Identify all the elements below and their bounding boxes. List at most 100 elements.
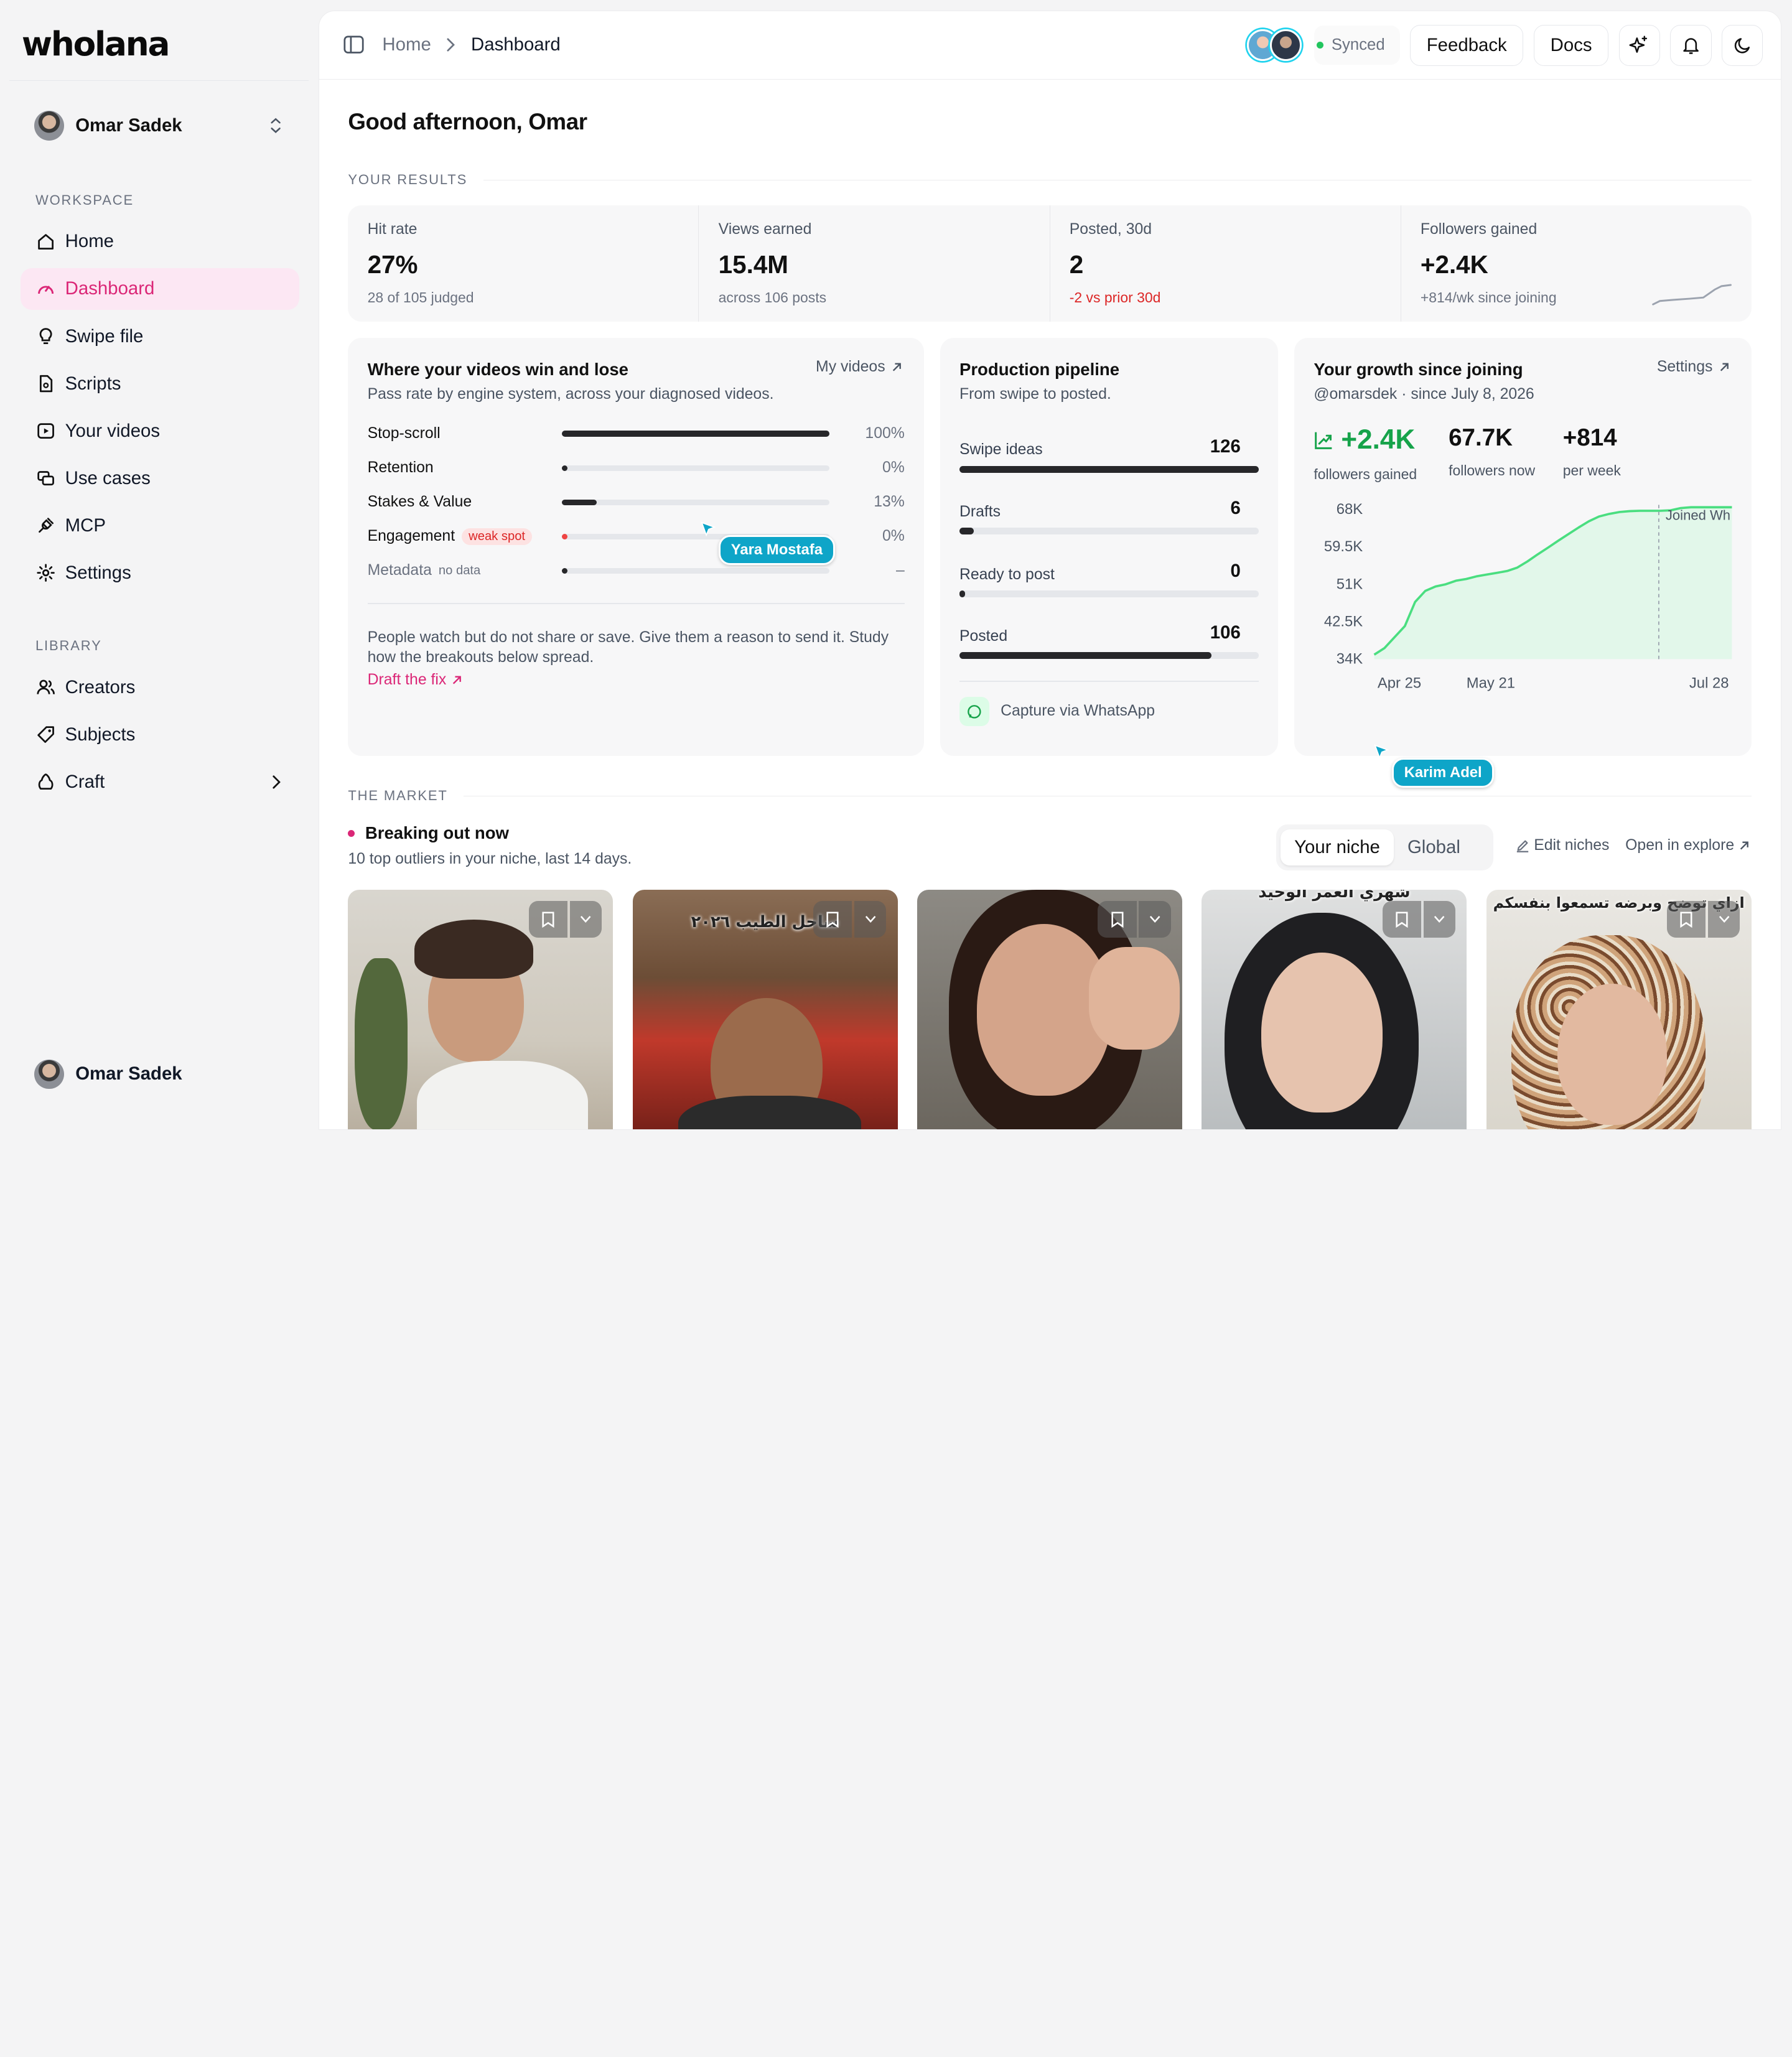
collaborator-avatars[interactable] (1247, 29, 1302, 62)
metric-followers-gained: +2.4K followers gained (1314, 424, 1417, 483)
footer-user[interactable]: Omar Sadek (34, 1059, 182, 1089)
bookmark-icon[interactable] (1666, 901, 1706, 938)
sidebar-item-dashboard[interactable]: Dashboard (21, 268, 300, 310)
engine-name: Engagement (367, 528, 455, 545)
video-thumbnail[interactable]: شهري العمر الوحيد (1202, 889, 1467, 1130)
stat-sub: across 106 posts (718, 289, 827, 306)
sidebar-item-subjects[interactable]: Subjects (21, 714, 299, 756)
video-thumbnail[interactable]: ساحل الطيب ٢٠٢٦ (632, 889, 898, 1130)
stat-sub: 28 of 105 judged (367, 289, 474, 306)
bookmark-icon[interactable] (1382, 901, 1421, 938)
video-thumbnail[interactable]: ازاي توضح وبرضه تسمعوا بنفسكم (1486, 889, 1752, 1130)
y-tick-label: 34K (1337, 650, 1363, 667)
sidebar-item-your-videos[interactable]: Your videos (21, 410, 299, 452)
y-tick-label: 59.5K (1324, 538, 1363, 555)
y-tick-label: 51K (1337, 576, 1363, 592)
weak-spot-badge: weak spot (462, 528, 533, 545)
engine-bar (561, 465, 829, 471)
chevron-down-icon[interactable] (1707, 901, 1740, 938)
sidebar-item-settings[interactable]: Settings (21, 552, 299, 594)
niche-scope-toggle: Your niche Global (1276, 824, 1493, 870)
topbar-actions: Synced Feedback Docs (1247, 24, 1763, 66)
video-thumbnail[interactable] (917, 889, 1183, 1130)
stat-label: Hit rate (367, 221, 418, 238)
main-panel: Home Dashboard Synced Feedback Docs Good… (319, 10, 1782, 1131)
collaborator-cursor: Karim Adel (1374, 744, 1495, 788)
segment-your-niche[interactable]: Your niche (1281, 829, 1394, 866)
page-title: Good afternoon, Omar (348, 109, 587, 135)
bookmark-icon[interactable] (813, 901, 852, 938)
outlier-thumbnails: ساحل الطيب ٢٠٢٦ شهري العمر الوحيد ازاي ت… (348, 889, 1752, 1130)
market-links: Edit niches Open in explore (1516, 837, 1750, 854)
capture-whatsapp-button[interactable]: Capture via WhatsApp (959, 696, 1155, 727)
arrow-up-right-icon (1719, 361, 1730, 373)
growth-settings-link[interactable]: Settings (1657, 358, 1730, 376)
chevron-right-icon (272, 775, 281, 790)
sidebar-item-home[interactable]: Home (21, 220, 299, 263)
avatar (1269, 29, 1302, 62)
sparkle-button[interactable] (1618, 24, 1660, 66)
engine-row-stakes-value[interactable]: Stakes & Value 13% (368, 491, 905, 514)
notifications-button[interactable] (1670, 24, 1712, 66)
sidebar-item-label: Creators (65, 676, 136, 697)
breadcrumb-home[interactable]: Home (382, 34, 431, 55)
section-the-market: THE MARKET (348, 788, 1752, 804)
insight-note: People watch but do not share or save. G… (367, 629, 889, 666)
results-stats: Hit rate 27% 28 of 105 judged Views earn… (348, 205, 1752, 322)
chevron-up-down-icon (269, 116, 283, 134)
sidebar-item-mcp[interactable]: MCP (21, 505, 299, 547)
sidebar-item-use-cases[interactable]: Use cases (21, 457, 299, 500)
stat-hit-rate: Hit rate 27% 28 of 105 judged (348, 205, 699, 322)
account-switcher[interactable]: Omar Sadek (21, 101, 299, 151)
lightbulb-icon (35, 326, 56, 347)
feedback-button[interactable]: Feedback (1410, 24, 1524, 66)
y-tick-label: 68K (1337, 501, 1363, 518)
docs-button[interactable]: Docs (1533, 24, 1609, 66)
sidebar-toggle-icon[interactable] (343, 35, 364, 54)
draft-fix-link[interactable]: Draft the fix (368, 671, 462, 689)
stat-followers-gained: Followers gained +2.4K +814/wk since joi… (1401, 205, 1752, 322)
arrow-up-right-icon (451, 674, 462, 686)
home-icon (35, 231, 56, 252)
open-explore-link[interactable]: Open in explore (1625, 837, 1750, 854)
gauge-icon (35, 279, 56, 299)
bookmark-icon[interactable] (1098, 901, 1137, 938)
card-subtitle: From swipe to posted. (959, 385, 1111, 403)
chevron-down-icon[interactable] (854, 901, 887, 938)
edit-niches-link[interactable]: Edit niches (1516, 837, 1609, 854)
pipeline-stage-posted[interactable]: Posted 106 (959, 622, 1259, 659)
stage-label: Drafts (959, 503, 1001, 520)
users-icon (35, 677, 56, 697)
engine-pct: 100% (865, 425, 905, 442)
my-videos-link[interactable]: My videos (816, 358, 902, 376)
sidebar-item-label: Subjects (65, 724, 136, 745)
cursor-name: Yara Mostafa (719, 534, 835, 566)
theme-toggle-button[interactable] (1722, 24, 1763, 66)
chevron-down-icon[interactable] (569, 901, 602, 938)
chevron-down-icon[interactable] (1139, 901, 1171, 938)
video-thumbnail[interactable] (348, 889, 614, 1130)
segment-global[interactable]: Global (1394, 829, 1474, 866)
stage-bar (959, 590, 1259, 597)
pipeline-stage-swipe-ideas[interactable]: Swipe ideas 126 (959, 436, 1259, 473)
metric-label: per week (1562, 462, 1621, 478)
brand-logo[interactable]: wholana (22, 25, 170, 63)
sparkle-icon (1629, 35, 1650, 55)
engine-row-stop-scroll[interactable]: Stop-scroll 100% (368, 422, 905, 445)
topbar: Home Dashboard Synced Feedback Docs (319, 11, 1781, 80)
sidebar-item-swipe-file[interactable]: Swipe file (21, 315, 299, 358)
stage-bar (959, 527, 1259, 534)
sidebar-item-creators[interactable]: Creators (21, 666, 299, 709)
pipeline-stage-ready[interactable]: Ready to post 0 (959, 561, 1259, 597)
pipeline-stage-drafts[interactable]: Drafts 6 (959, 498, 1259, 534)
sidebar-item-craft[interactable]: Craft (21, 761, 299, 803)
sidebar-item-scripts[interactable]: Scripts (21, 363, 299, 405)
live-dot (348, 829, 355, 837)
metric-label: followers gained (1314, 465, 1417, 482)
bookmark-icon[interactable] (528, 901, 567, 938)
chevron-down-icon[interactable] (1423, 901, 1456, 938)
stat-label: Views earned (718, 221, 812, 238)
card-subtitle: @omarsdek · since July 8, 2026 (1314, 385, 1534, 403)
engine-row-retention[interactable]: Retention 0% (368, 457, 905, 480)
arrow-up-right-icon (891, 361, 902, 373)
